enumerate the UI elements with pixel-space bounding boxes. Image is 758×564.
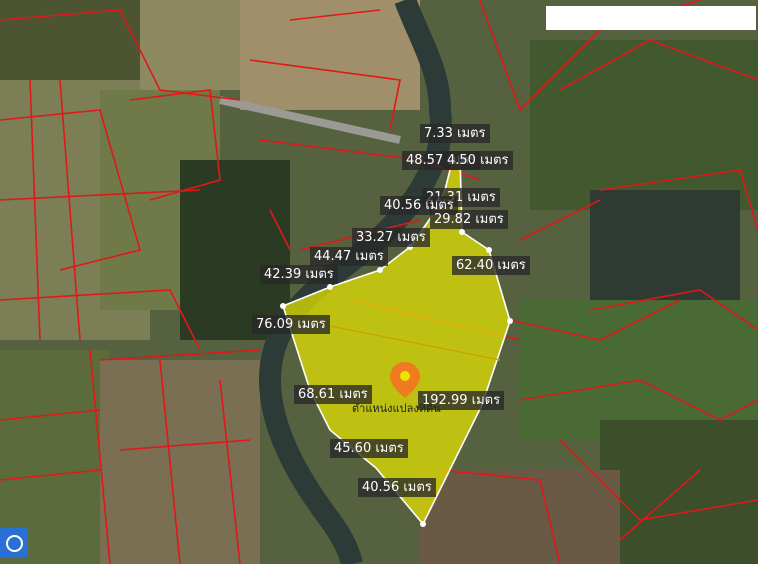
measurement-label: 42.39 เมตร	[260, 265, 338, 284]
measurement-label: 29.82 เมตร	[430, 210, 508, 229]
locate-icon	[6, 535, 23, 552]
measurement-label: 45.60 เมตร	[330, 439, 408, 458]
measurement-label: 44.47 เมตร	[310, 247, 388, 266]
measurement-label: 68.61 เมตร	[294, 385, 372, 404]
measurement-label: 76.09 เมตร	[252, 315, 330, 334]
measurement-label: 192.99 เมตร	[418, 391, 505, 410]
measurement-label: 33.27 เมตร	[352, 228, 430, 247]
measurement-label: 7.33 เมตร	[420, 124, 490, 143]
measurement-label: 40.56 เมตร	[358, 478, 436, 497]
locate-button[interactable]	[0, 528, 28, 558]
measurement-label: 4.50 เมตร	[443, 151, 513, 170]
measurement-label: 62.40 เมตร	[452, 256, 530, 275]
search-box[interactable]	[546, 6, 756, 30]
